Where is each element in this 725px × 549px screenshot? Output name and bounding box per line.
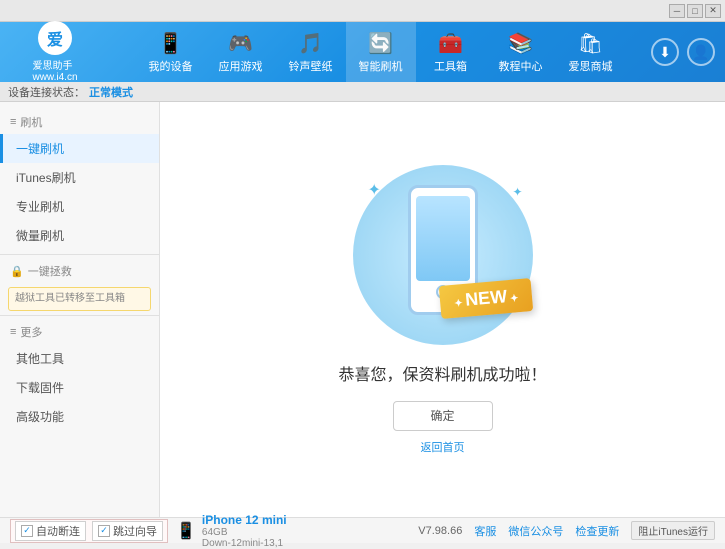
nav-toolbox[interactable]: 🧰 工具箱 — [416, 22, 486, 82]
nav-my-device[interactable]: 📱 我的设备 — [136, 22, 206, 82]
toolbox-icon: 🧰 — [438, 31, 463, 56]
auto-reconnect-check-icon: ✓ — [21, 525, 33, 537]
device-storage: 64GB — [202, 527, 287, 538]
skip-wizard-check-icon: ✓ — [98, 525, 110, 537]
device-info: iPhone 12 mini 64GB Down-12mini-13,1 — [202, 513, 287, 549]
success-text: 恭喜您，保资料刷机成功啦！ — [338, 361, 546, 385]
rescue-section-title: 一键拯救 — [28, 263, 72, 279]
auto-reconnect-checkbox[interactable]: ✓ 自动断连 — [15, 521, 86, 541]
shop-icon: 🛍 — [578, 31, 603, 56]
device-model: Down-12mini-13,1 — [202, 538, 287, 549]
sidebar-divider-2 — [0, 315, 159, 316]
customer-service-link[interactable]: 客服 — [474, 523, 496, 539]
sidebar-notice: 越狱工具已转移至工具箱 — [8, 287, 151, 311]
lock-icon: 🔒 — [10, 265, 24, 278]
logo-text: 爱思助手 www.i4.cn — [32, 57, 77, 83]
flash-section-icon: ≡ — [10, 116, 16, 128]
sidebar-item-micro-flash[interactable]: 微量刷机 — [0, 221, 159, 250]
skip-wizard-checkbox[interactable]: ✓ 跳过向导 — [92, 521, 163, 541]
bottom-right: V7.98.66 客服 微信公众号 检查更新 阻止iTunes运行 — [418, 521, 715, 540]
logo-area: 爱 爱思助手 www.i4.cn — [10, 21, 100, 83]
games-icon: 🎮 — [228, 31, 253, 56]
version-label: V7.98.66 — [418, 525, 462, 537]
header: 爱 爱思助手 www.i4.cn 📱 我的设备 🎮 应用游戏 🎵 铃声壁纸 🔄 … — [0, 22, 725, 82]
stop-itunes-button[interactable]: 阻止iTunes运行 — [631, 521, 715, 540]
nav-items: 📱 我的设备 🎮 应用游戏 🎵 铃声壁纸 🔄 智能刷机 🧰 工具箱 📚 教程中心… — [110, 22, 651, 82]
sidebar-flash-header: ≡ 刷机 — [0, 110, 159, 134]
sidebar: ≡ 刷机 一键刷机 iTunes刷机 专业刷机 微量刷机 🔒 一键拯救 越狱工具… — [0, 102, 160, 517]
phone-icon: 📱 — [158, 31, 183, 56]
sidebar-item-advanced[interactable]: 高级功能 — [0, 402, 159, 431]
sidebar-divider-1 — [0, 254, 159, 255]
wechat-public-link[interactable]: 微信公众号 — [508, 523, 563, 539]
sparkle-icon-tr: ✦ — [512, 185, 522, 199]
logo-icon: 爱 — [38, 21, 72, 55]
maximize-button[interactable]: □ — [687, 4, 703, 18]
sparkle-icon-tl: ✦ — [368, 180, 381, 200]
bottom-left: ✓ 自动断连 ✓ 跳过向导 📱 iPhone 12 mini 64GB Down… — [10, 513, 418, 549]
nav-apps-games[interactable]: 🎮 应用游戏 — [206, 22, 276, 82]
sidebar-item-other-tools[interactable]: 其他工具 — [0, 344, 159, 373]
confirm-button[interactable]: 确定 — [393, 401, 493, 431]
more-section-icon: ≡ — [10, 326, 16, 338]
sidebar-item-itunes-flash[interactable]: iTunes刷机 — [0, 163, 159, 192]
status-value: 正常模式 — [89, 84, 133, 100]
phone-illustration: NEW ✦ ✦ — [343, 165, 543, 345]
nav-smart-shop[interactable]: 🔄 智能刷机 — [346, 22, 416, 82]
sidebar-item-pro-flash[interactable]: 专业刷机 — [0, 192, 159, 221]
sidebar-item-download-firmware[interactable]: 下载固件 — [0, 373, 159, 402]
nav-ringtones[interactable]: 🎵 铃声壁纸 — [276, 22, 346, 82]
device-phone-icon: 📱 — [176, 521, 196, 541]
close-button[interactable]: ✕ — [705, 4, 721, 18]
phone-screen — [416, 196, 470, 281]
sidebar-item-one-click-flash[interactable]: 一键刷机 — [0, 134, 159, 163]
flash-section-title: 刷机 — [20, 114, 42, 130]
check-update-link[interactable]: 检查更新 — [575, 523, 619, 539]
back-home-link[interactable]: 返回首页 — [421, 439, 465, 455]
bottom-bar: ✓ 自动断连 ✓ 跳过向导 📱 iPhone 12 mini 64GB Down… — [0, 517, 725, 543]
nav-tutorial[interactable]: 📚 教程中心 — [486, 22, 556, 82]
sidebar-more-header: ≡ 更多 — [0, 320, 159, 344]
content-area: NEW ✦ ✦ 恭喜您，保资料刷机成功啦！ 确定 返回首页 — [160, 102, 725, 517]
music-icon: 🎵 — [298, 31, 323, 56]
main-area: ≡ 刷机 一键刷机 iTunes刷机 专业刷机 微量刷机 🔒 一键拯救 越狱工具… — [0, 102, 725, 517]
status-label: 设备连接状态： — [8, 84, 85, 100]
minimize-button[interactable]: ─ — [669, 4, 685, 18]
book-icon: 📚 — [508, 31, 533, 56]
sidebar-rescue-header: 🔒 一键拯救 — [0, 259, 159, 283]
refresh-icon: 🔄 — [368, 31, 393, 56]
user-button[interactable]: 👤 — [687, 38, 715, 66]
nav-shop[interactable]: 🛍 爱思商城 — [556, 22, 626, 82]
download-button[interactable]: ⬇ — [651, 38, 679, 66]
title-bar: ─ □ ✕ — [0, 0, 725, 22]
device-name: iPhone 12 mini — [202, 513, 287, 527]
status-bar: 设备连接状态： 正常模式 — [0, 82, 725, 102]
nav-right-buttons: ⬇ 👤 — [651, 38, 715, 66]
more-section-title: 更多 — [20, 324, 42, 340]
